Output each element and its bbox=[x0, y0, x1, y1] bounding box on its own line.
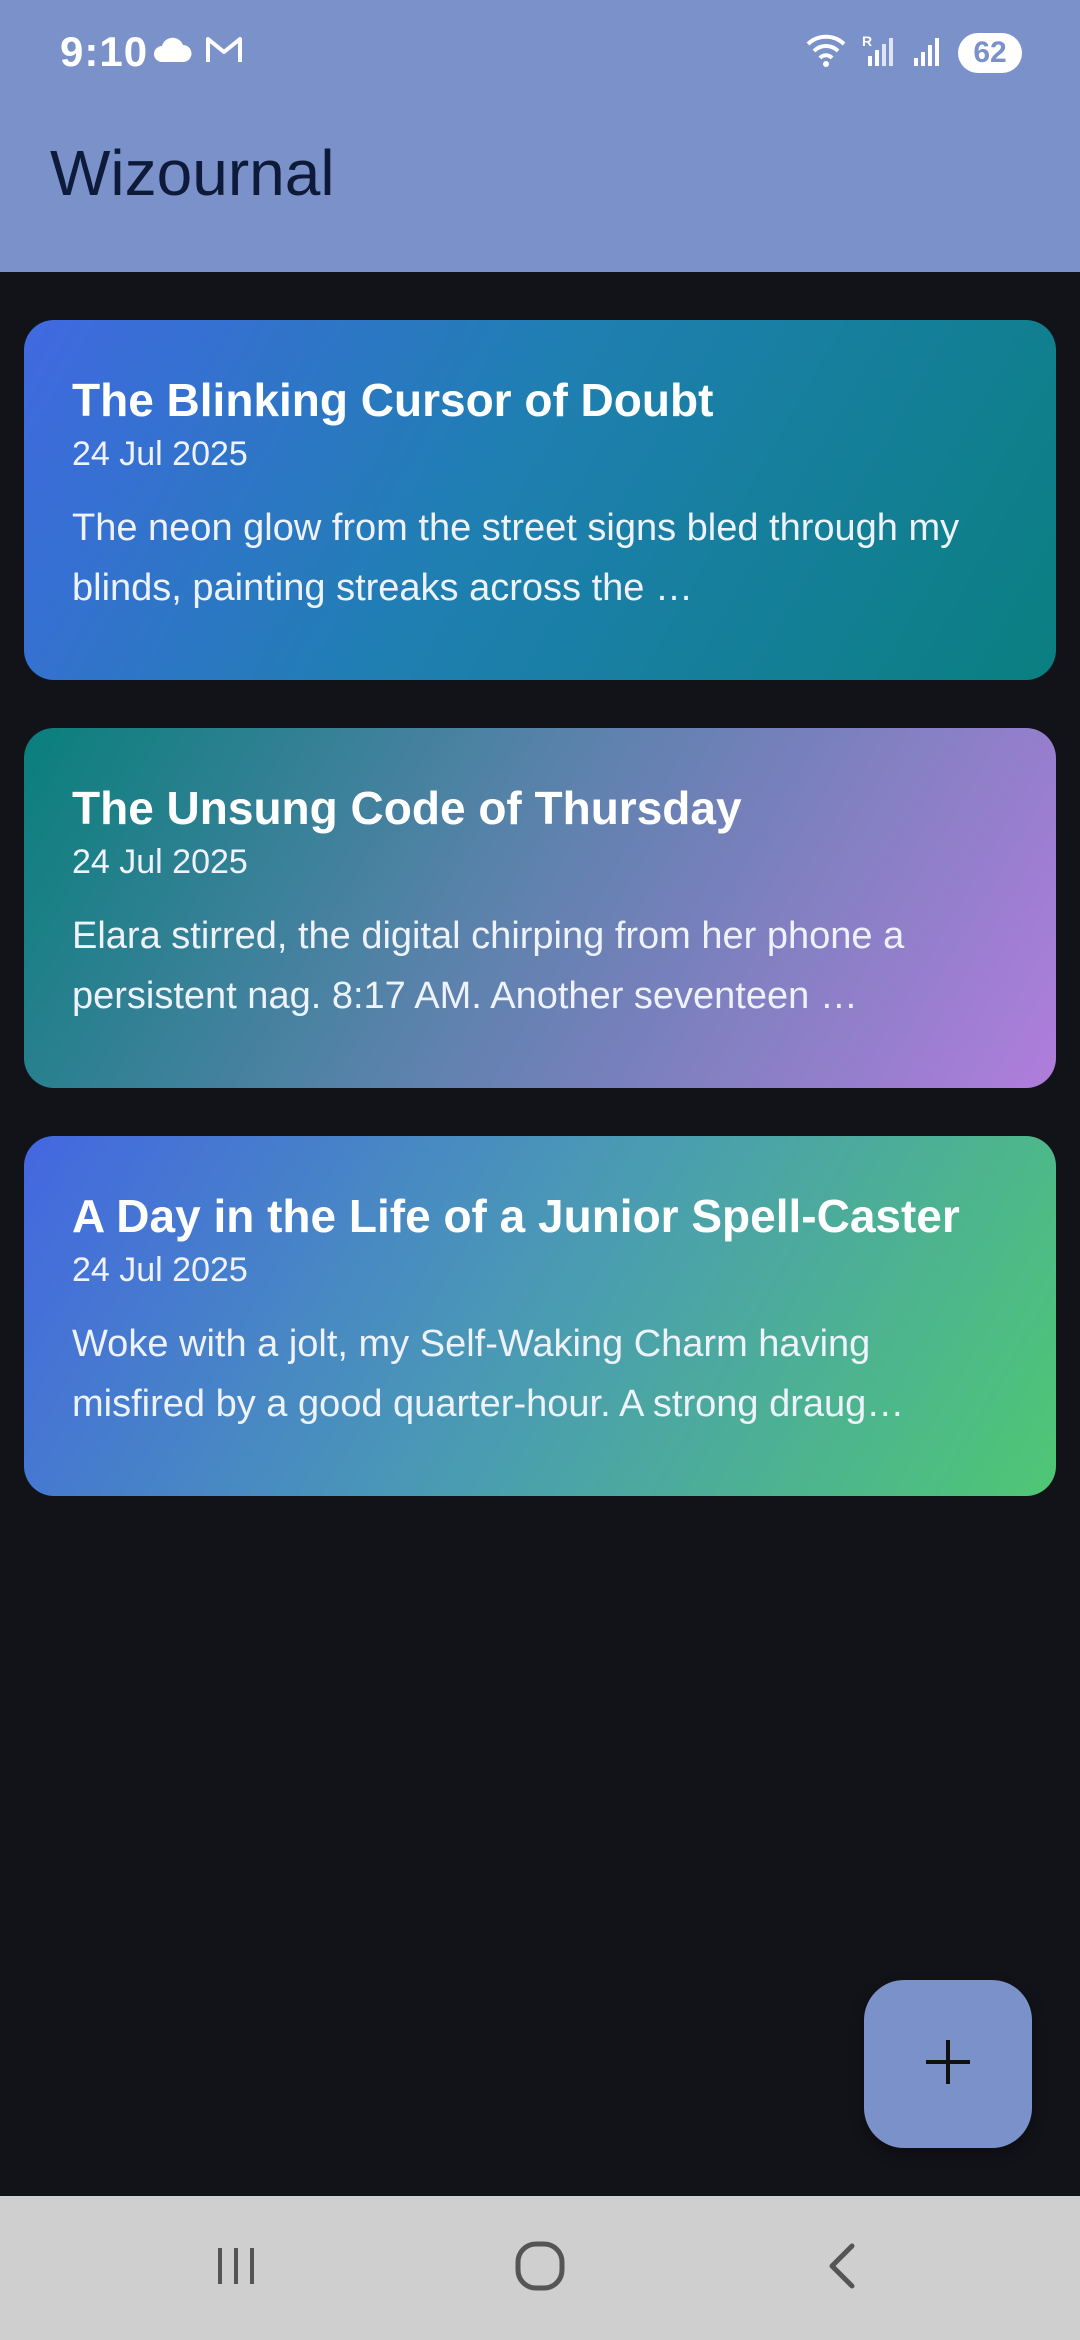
journal-entry-card[interactable]: A Day in the Life of a Junior Spell-Cast… bbox=[24, 1136, 1056, 1496]
back-icon bbox=[816, 2238, 872, 2299]
home-icon bbox=[510, 2236, 570, 2301]
system-nav-bar bbox=[0, 2196, 1080, 2340]
signal-r-icon: R bbox=[862, 32, 896, 73]
screen: 9:10 R 62 Wizournal The Blinking Cursor … bbox=[0, 0, 1080, 2340]
gmail-icon bbox=[204, 34, 244, 71]
entry-excerpt: Woke with a jolt, my Self-Waking Charm h… bbox=[72, 1323, 905, 1425]
top-app-bar: 9:10 R 62 Wizournal bbox=[0, 0, 1080, 272]
entry-title: The Blinking Cursor of Doubt bbox=[72, 374, 714, 426]
wifi-icon bbox=[804, 32, 848, 73]
cloud-icon bbox=[152, 36, 192, 69]
entry-excerpt: Elara stirred, the digital chirping from… bbox=[72, 915, 905, 1017]
status-right-icons: R 62 bbox=[804, 32, 1022, 73]
entry-title: The Unsung Code of Thursday bbox=[72, 782, 742, 834]
entry-date: 24 Jul 2025 bbox=[72, 435, 248, 473]
battery-icon: 62 bbox=[958, 32, 1022, 73]
status-left-icons bbox=[152, 34, 244, 71]
app-title: Wizournal bbox=[50, 137, 335, 209]
entry-excerpt: The neon glow from the street signs bled… bbox=[72, 507, 960, 609]
svg-text:R: R bbox=[862, 33, 872, 49]
plus-icon bbox=[920, 2034, 976, 2095]
journal-entry-card[interactable]: The Blinking Cursor of Doubt 24 Jul 2025… bbox=[24, 320, 1056, 680]
entry-date: 24 Jul 2025 bbox=[72, 1251, 248, 1289]
journal-entry-list: The Blinking Cursor of Doubt 24 Jul 2025… bbox=[24, 320, 1056, 1544]
add-entry-button[interactable] bbox=[864, 1980, 1032, 2148]
entry-title: A Day in the Life of a Junior Spell-Cast… bbox=[72, 1190, 960, 1242]
back-button[interactable] bbox=[808, 2232, 880, 2304]
status-time: 9:10 bbox=[60, 28, 149, 75]
status-bar: 9:10 R 62 bbox=[0, 0, 1080, 110]
entry-date: 24 Jul 2025 bbox=[72, 843, 248, 881]
home-button[interactable] bbox=[504, 2232, 576, 2304]
recents-icon bbox=[208, 2238, 264, 2299]
recents-button[interactable] bbox=[200, 2232, 272, 2304]
journal-entry-card[interactable]: The Unsung Code of Thursday 24 Jul 2025 … bbox=[24, 728, 1056, 1088]
signal-icon bbox=[910, 32, 944, 73]
